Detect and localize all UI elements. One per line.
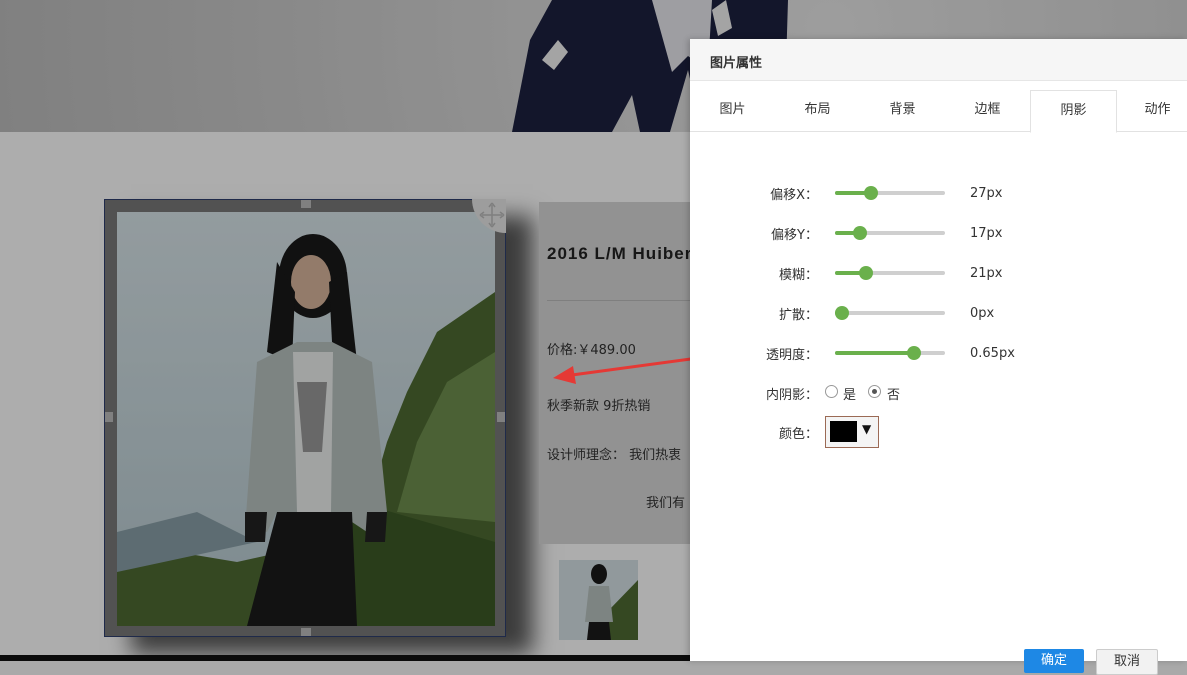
blur-value: 21px <box>970 266 1003 281</box>
inset-label: 内阴影： <box>765 388 818 403</box>
dialog-title: 图片属性 <box>710 56 763 71</box>
inset-yes-label[interactable]: 是 <box>843 384 856 403</box>
inset-no-radio[interactable] <box>868 385 881 398</box>
shadow-spread-row: 扩散： 0px <box>690 302 1187 323</box>
tab-action[interactable]: 动作 <box>1115 90 1187 131</box>
dropdown-caret-icon: ▼ <box>862 422 872 436</box>
tab-background[interactable]: 背景 <box>860 90 945 131</box>
inset-no-label[interactable]: 否 <box>887 384 900 403</box>
shadow-opacity-row: 透明度： 0.65px <box>690 342 1187 363</box>
dialog-header: 图片属性 <box>690 39 1187 81</box>
blur-label: 模糊： <box>778 268 818 283</box>
shadow-offset-y-row: 偏移Y： 17px <box>690 222 1187 243</box>
offset-x-slider[interactable] <box>835 186 945 200</box>
tab-layout[interactable]: 布局 <box>775 90 860 131</box>
inset-yes-radio[interactable] <box>825 385 838 398</box>
tab-image[interactable]: 图片 <box>690 90 775 131</box>
ok-button[interactable]: 确定 <box>1024 649 1084 673</box>
opacity-slider-thumb[interactable] <box>907 346 922 360</box>
color-picker[interactable]: ▼ <box>825 416 879 448</box>
spread-label: 扩散： <box>778 308 818 323</box>
image-properties-dialog: 图片属性 图片 布局 背景 边框 阴影 动作 偏移X： 27px 偏移Y： 17… <box>690 39 1187 675</box>
offset-y-label: 偏移Y： <box>771 228 818 243</box>
cancel-button[interactable]: 取消 <box>1096 649 1158 675</box>
tab-shadow[interactable]: 阴影 <box>1030 90 1117 133</box>
shadow-offset-x-row: 偏移X： 27px <box>690 182 1187 203</box>
spread-slider[interactable] <box>834 306 945 320</box>
blur-slider[interactable] <box>835 266 945 280</box>
offset-y-slider-thumb[interactable] <box>853 226 868 240</box>
tab-border[interactable]: 边框 <box>945 90 1030 131</box>
offset-x-value: 27px <box>970 186 1003 201</box>
offset-y-value: 17px <box>970 226 1003 241</box>
shadow-blur-row: 模糊： 21px <box>690 262 1187 283</box>
offset-y-slider[interactable] <box>835 226 945 240</box>
spread-value: 0px <box>970 306 995 321</box>
shadow-inset-row: 内阴影： 是 否 <box>690 382 1187 403</box>
opacity-label: 透明度： <box>765 348 818 363</box>
opacity-slider-fill <box>835 351 915 355</box>
offset-x-label: 偏移X： <box>770 188 818 203</box>
opacity-value: 0.65px <box>970 346 1015 361</box>
opacity-slider[interactable] <box>835 346 945 360</box>
color-label: 颜色： <box>778 427 818 442</box>
dialog-tabs: 图片 布局 背景 边框 阴影 动作 <box>690 90 1187 133</box>
offset-x-slider-thumb[interactable] <box>864 186 879 200</box>
color-swatch <box>830 421 857 442</box>
spread-slider-thumb[interactable] <box>834 306 849 320</box>
shadow-color-row: 颜色： ▼ <box>690 416 1187 448</box>
blur-slider-thumb[interactable] <box>858 266 873 280</box>
